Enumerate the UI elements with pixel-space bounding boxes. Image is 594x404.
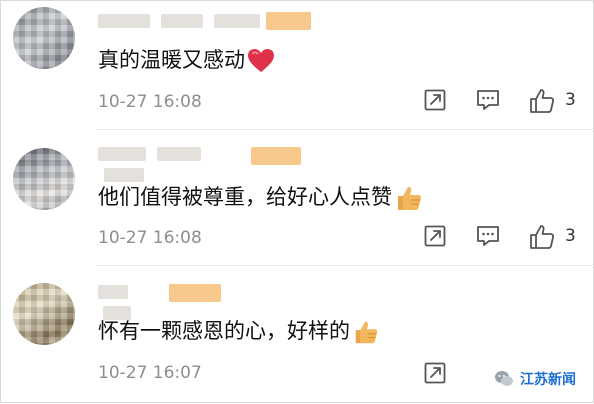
blur-segment: [214, 14, 261, 28]
avatar[interactable]: [13, 148, 75, 210]
share-icon: [424, 362, 446, 384]
wechat-icon: [495, 371, 513, 386]
blur-segment: [98, 285, 128, 299]
comment-item: 真的温暖又感动 10-27 16:08 3: [1, 1, 594, 130]
comment-text-content: 真的温暖又感动: [98, 48, 245, 72]
share-button[interactable]: [423, 361, 449, 387]
comment-text-content: 他们值得被尊重，给好心人点赞: [98, 185, 392, 209]
blur-segment: [161, 14, 204, 28]
user-badge-blurred: [251, 147, 301, 165]
avatar[interactable]: [13, 283, 75, 345]
avatar[interactable]: [13, 7, 75, 69]
comment-timestamp: 10-27 16:07: [98, 363, 202, 383]
like-button[interactable]: 3: [529, 224, 579, 250]
comment-timestamp: 10-27 16:08: [98, 228, 202, 248]
reply-button[interactable]: [475, 224, 501, 250]
reply-button[interactable]: [475, 88, 501, 114]
blur-segment: [104, 168, 144, 182]
thumbs-up-outline-icon: [530, 225, 555, 249]
comment-list: 真的温暖又感动 10-27 16:08 3 他们值得被尊重，给好心人点赞 10-…: [0, 0, 594, 403]
user-badge-blurred: [169, 284, 221, 302]
watermark: 江苏新闻: [494, 367, 594, 391]
comment-text-content: 怀有一颗感恩的心，好样的: [98, 319, 350, 343]
share-icon: [424, 89, 446, 111]
comment-text: 他们值得被尊重，给好心人点赞: [98, 182, 424, 213]
thumbs-up-outline-icon: [530, 89, 555, 113]
like-count: 3: [565, 226, 576, 246]
share-button[interactable]: [423, 88, 449, 114]
comment-text: 真的温暖又感动: [98, 45, 275, 75]
share-icon: [424, 225, 446, 247]
avatar-mosaic: [13, 7, 75, 69]
username-blurred[interactable]: [98, 282, 163, 320]
comment-item: 他们值得被尊重，给好心人点赞 10-27 16:08 3: [1, 130, 594, 266]
like-button[interactable]: 3: [529, 88, 579, 114]
blur-segment: [157, 147, 202, 161]
blur-segment: [98, 14, 150, 28]
comment-icon: [477, 226, 499, 246]
user-badge-blurred: [266, 12, 311, 30]
heart-icon: [248, 49, 274, 72]
comment-icon: [477, 90, 499, 110]
thumbs-up-icon: [398, 186, 422, 210]
like-count: 3: [565, 90, 576, 110]
avatar-mosaic: [13, 148, 75, 210]
blur-segment: [98, 147, 146, 161]
comment-text: 怀有一颗感恩的心，好样的: [98, 316, 380, 346]
thumbs-up-icon: [355, 321, 378, 344]
username-blurred[interactable]: [98, 144, 248, 182]
comment-timestamp: 10-27 16:08: [98, 92, 202, 112]
avatar-mosaic: [13, 283, 75, 345]
watermark-text: 江苏新闻: [520, 372, 576, 388]
share-button[interactable]: [423, 224, 449, 250]
